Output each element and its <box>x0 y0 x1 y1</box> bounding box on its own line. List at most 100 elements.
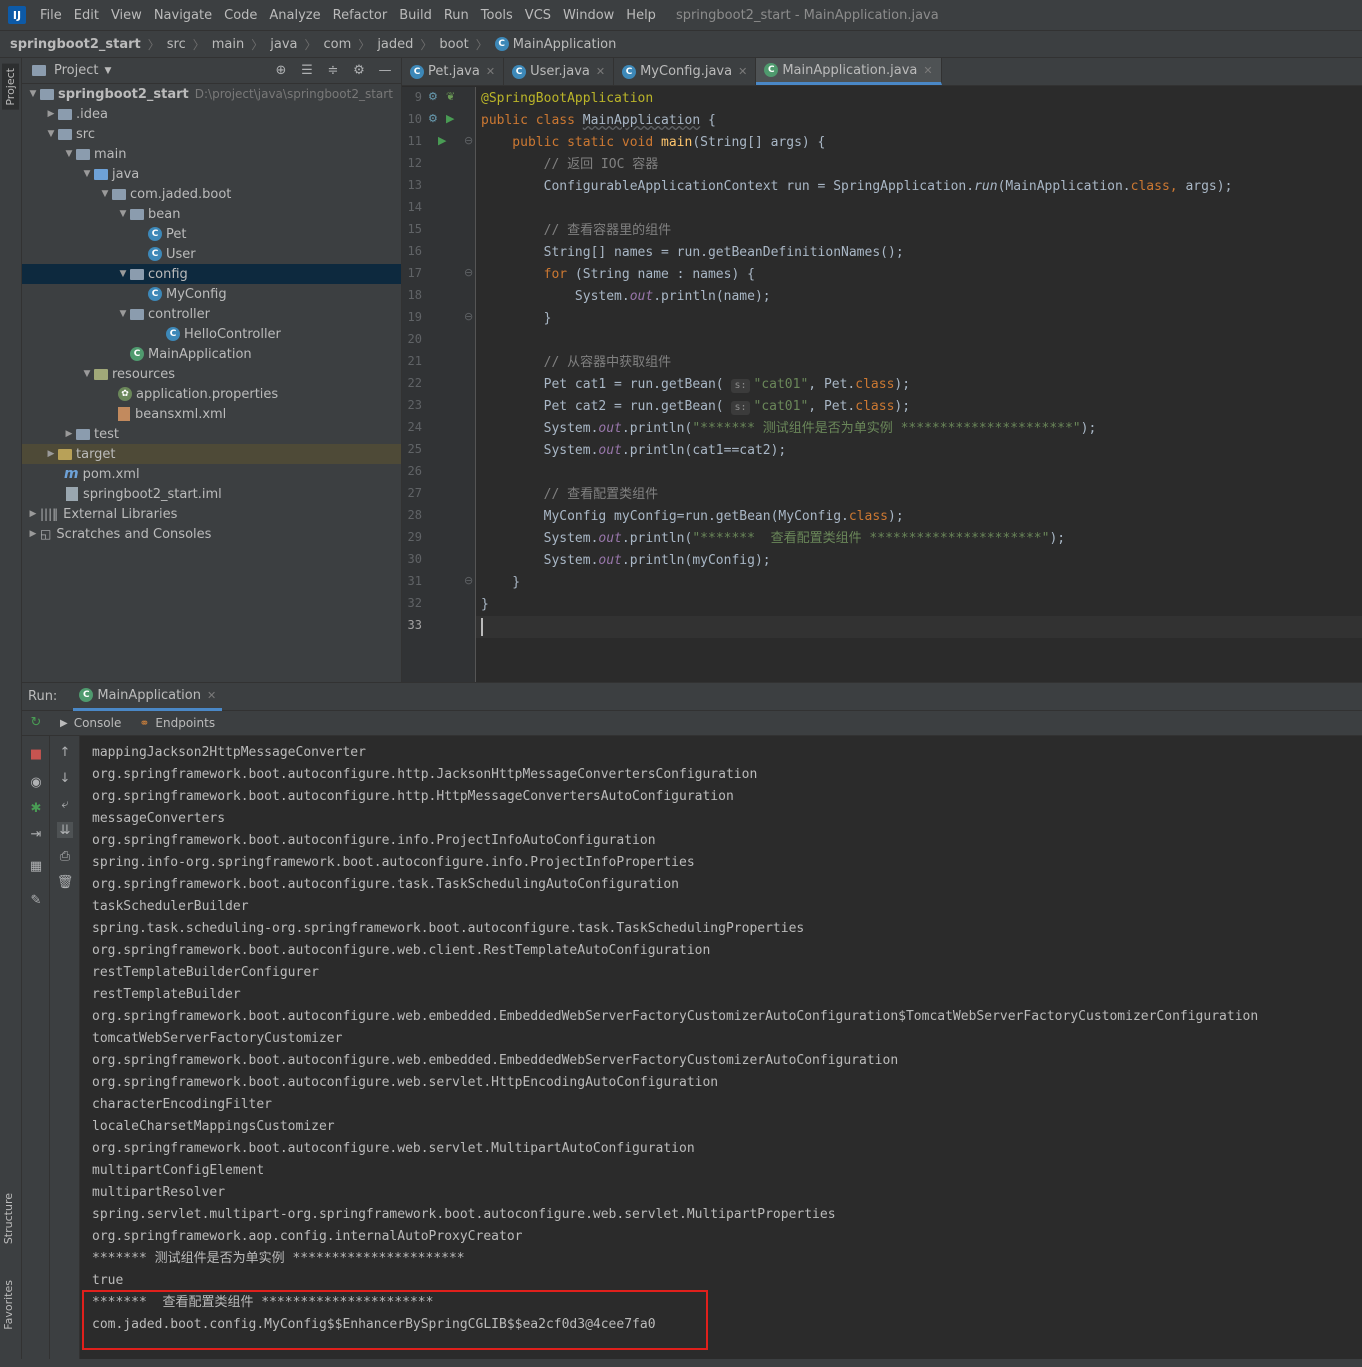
tab-user-java[interactable]: C User.java ✕ <box>504 58 615 85</box>
tree-item-bean[interactable]: ▼ bean <box>22 204 401 224</box>
close-icon[interactable]: ✕ <box>738 65 747 78</box>
camera-icon[interactable]: ◉ <box>28 774 44 790</box>
trash-icon[interactable]: 🗑 <box>57 874 74 890</box>
structure-tool-tab[interactable]: Structure <box>2 1193 15 1244</box>
tree-item-idea[interactable]: ▶ .idea <box>22 104 401 124</box>
tree-item-beansxml[interactable]: beansxml.xml <box>22 404 401 424</box>
tree-item-controller[interactable]: ▼ controller <box>22 304 401 324</box>
chevron-down-icon[interactable]: ▼ <box>116 309 130 319</box>
tree-item-myconfig[interactable]: C MyConfig <box>22 284 401 304</box>
pin-icon[interactable]: ✎ <box>28 892 44 908</box>
exit-icon[interactable]: ⇥ <box>28 826 44 842</box>
tree-item-project-root[interactable]: ▼ springboot2_start D:\project\java\spring… <box>22 84 401 104</box>
debug-bug-icon[interactable]: ✱ <box>28 800 44 816</box>
run-config-tab[interactable]: C MainApplication ✕ <box>73 683 223 711</box>
tree-item-target[interactable]: ▶ target <box>22 444 401 464</box>
tree-item-hellocontroller[interactable]: C HelloController <box>22 324 401 344</box>
fold-icon[interactable]: ⊖ <box>464 310 473 323</box>
breadcrumb-item-boot[interactable]: boot <box>439 37 468 52</box>
chevron-down-icon[interactable]: ▼ <box>116 209 130 219</box>
tree-item-src[interactable]: ▼ src <box>22 124 401 144</box>
scroll-to-end-icon[interactable]: ⇊ <box>57 822 73 838</box>
close-icon[interactable]: ✕ <box>207 689 216 702</box>
tree-item-main[interactable]: ▼ main <box>22 144 401 164</box>
menu-window[interactable]: Window <box>557 8 620 23</box>
close-icon[interactable]: ✕ <box>596 65 605 78</box>
menu-refactor[interactable]: Refactor <box>327 8 394 23</box>
run-icon[interactable]: ▶ <box>446 112 454 125</box>
chevron-right-icon[interactable]: ▶ <box>44 449 58 459</box>
chevron-down-icon[interactable]: ▼ <box>80 169 94 179</box>
locate-icon[interactable]: ⊕ <box>273 63 289 79</box>
tab-pet-java[interactable]: C Pet.java ✕ <box>402 58 505 85</box>
tree-item-external-libraries[interactable]: ▶ |||‖ External Libraries <box>22 504 401 524</box>
tree-item-pet[interactable]: C Pet <box>22 224 401 244</box>
expand-all-icon[interactable]: ☰ <box>299 63 315 79</box>
close-icon[interactable]: ✕ <box>923 64 932 77</box>
collapse-all-icon[interactable]: ≑ <box>325 63 341 79</box>
chevron-right-icon[interactable]: ▶ <box>26 529 40 539</box>
print-icon[interactable]: ⎙ <box>57 848 73 864</box>
tree-item-java[interactable]: ▼ java <box>22 164 401 184</box>
arrow-down-icon[interactable]: ↓ <box>57 770 73 786</box>
tree-item-user[interactable]: C User <box>22 244 401 264</box>
chevron-down-icon[interactable]: ▼ <box>116 269 130 279</box>
fold-icon[interactable]: ⊖ <box>464 266 473 279</box>
menu-code[interactable]: Code <box>218 8 263 23</box>
menu-edit[interactable]: Edit <box>68 8 105 23</box>
chevron-down-icon[interactable]: ▼ <box>26 89 40 99</box>
spring-bean-icon[interactable]: ⚙ <box>428 90 438 103</box>
tab-endpoints[interactable]: ⚭ Endpoints <box>139 716 215 730</box>
fold-icon[interactable]: ⊖ <box>464 134 473 147</box>
menu-tools[interactable]: Tools <box>475 8 519 23</box>
chevron-right-icon[interactable]: ▶ <box>44 109 58 119</box>
breadcrumb-item-jaded[interactable]: jaded <box>377 37 413 52</box>
fold-icon[interactable]: ⊖ <box>464 574 473 587</box>
menu-navigate[interactable]: Navigate <box>148 8 218 23</box>
menu-build[interactable]: Build <box>393 8 438 23</box>
tree-item-scratches[interactable]: ▶ ◱ Scratches and Consoles <box>22 524 401 544</box>
project-view-selector[interactable]: Project <box>54 63 98 78</box>
spring-leaf-icon[interactable]: ❦ <box>446 90 455 103</box>
layout-icon[interactable]: ▦ <box>28 858 44 874</box>
menu-analyze[interactable]: Analyze <box>263 8 326 23</box>
breadcrumb-item-src[interactable]: src <box>167 37 186 52</box>
favorites-tool-tab[interactable]: Favorites <box>2 1280 15 1330</box>
menu-view[interactable]: View <box>105 8 148 23</box>
tree-item-package[interactable]: ▼ com.jaded.boot <box>22 184 401 204</box>
tree-item-pom[interactable]: m pom.xml <box>22 464 401 484</box>
chevron-right-icon[interactable]: ▶ <box>62 429 76 439</box>
breadcrumb-item-mainapplication[interactable]: MainApplication <box>513 37 617 52</box>
close-icon[interactable]: ✕ <box>486 65 495 78</box>
tree-item-test[interactable]: ▶ test <box>22 424 401 444</box>
tree-item-config[interactable]: ▼ config <box>22 264 401 284</box>
chevron-down-icon[interactable]: ▼ <box>44 129 58 139</box>
menu-help[interactable]: Help <box>620 8 662 23</box>
breadcrumb-item-project[interactable]: springboot2_start <box>10 37 141 52</box>
minimize-icon[interactable]: — <box>377 63 393 79</box>
arrow-up-icon[interactable]: ↑ <box>57 744 73 760</box>
chevron-down-icon[interactable]: ▼ <box>98 189 112 199</box>
tab-myconfig-java[interactable]: C MyConfig.java ✕ <box>614 58 757 85</box>
project-tool-tab[interactable]: Project <box>2 64 19 110</box>
menu-file[interactable]: File <box>34 8 68 23</box>
spring-bean-icon[interactable]: ⚙ <box>428 112 438 125</box>
menu-run[interactable]: Run <box>438 8 475 23</box>
menu-vcs[interactable]: VCS <box>519 8 557 23</box>
tree-item-application-properties[interactable]: ✿ application.properties <box>22 384 401 404</box>
tab-console[interactable]: ▶ Console <box>60 716 121 730</box>
chevron-right-icon[interactable]: ▶ <box>26 509 40 519</box>
chevron-down-icon[interactable]: ▼ <box>104 66 111 76</box>
breadcrumb-item-com[interactable]: com <box>324 37 352 52</box>
tree-item-mainapplication[interactable]: C MainApplication <box>22 344 401 364</box>
chevron-down-icon[interactable]: ▼ <box>62 149 76 159</box>
stop-icon[interactable]: ■ <box>28 746 44 762</box>
tree-item-iml[interactable]: springboot2_start.iml <box>22 484 401 504</box>
breadcrumb-item-java[interactable]: java <box>270 37 297 52</box>
rerun-icon[interactable]: ↻ <box>28 714 44 730</box>
run-icon[interactable]: ▶ <box>438 134 446 147</box>
gear-icon[interactable]: ⚙ <box>351 63 367 79</box>
breadcrumb-item-main[interactable]: main <box>212 37 244 52</box>
tab-mainapplication-java[interactable]: C MainApplication.java ✕ <box>756 58 942 85</box>
code-editor[interactable]: 9 10 11 12 13 14 15 16 17 18 19 20 21 22… <box>402 87 1362 682</box>
